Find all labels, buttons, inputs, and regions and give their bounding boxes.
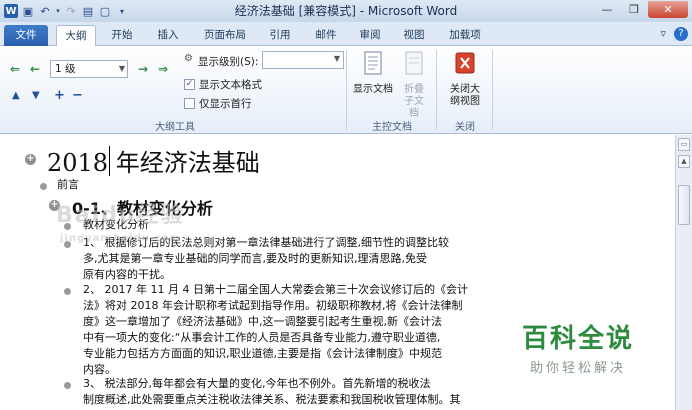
show-level-icon: ⚙	[184, 53, 193, 64]
group-label-close: 关闭	[455, 122, 475, 133]
window-controls: — ❐ ✕	[594, 1, 688, 18]
chevron-down-icon: ▼	[333, 54, 340, 63]
group-separator	[436, 50, 437, 130]
quick-access-toolbar: W ▣ ↶ ▾ ↷ ▤ ▢ ▾	[0, 4, 129, 18]
word-app-icon[interactable]: W	[4, 4, 18, 18]
minimize-ribbon-icon[interactable]: ▿	[660, 27, 666, 41]
outline-bullet-icon[interactable]	[40, 183, 47, 190]
promote-to-heading1-icon[interactable]: ⇐	[10, 62, 20, 76]
watermark-text: Baidu经验	[56, 203, 185, 228]
promote-icon[interactable]: ←	[30, 62, 40, 76]
heading-1: 2018 年经济法基础	[47, 149, 260, 177]
demote-to-body-icon[interactable]: ⇒	[158, 62, 168, 76]
paragraph-2-line-3: 度》这一章增加了《经济法基础》中,这一调整要引起考生重视,新《会计法	[83, 315, 442, 328]
ruler-toggle-icon[interactable]: ▭	[678, 138, 690, 151]
paragraph-1-line-3: 原有内容的干扰。	[83, 268, 171, 281]
paragraph-2-line-5: 专业能力包括方方面面的知识,职业道德,主要是指《会计法律制度》中规范	[83, 347, 442, 360]
tab-review[interactable]: 审阅	[350, 25, 390, 46]
ribbon-tabs: 文件 大纲 开始 插入 页面布局 引用 邮件 审阅 视图 加载项 ▿ ?	[0, 22, 692, 47]
collapse-icon[interactable]: −	[72, 88, 83, 103]
collapse-subdocuments-label: 折叠子文档	[404, 84, 424, 119]
tab-page-layout[interactable]: 页面布局	[194, 25, 256, 46]
new-document-icon[interactable]: ▢	[98, 4, 112, 18]
customize-qat-icon[interactable]: ▾	[115, 4, 129, 18]
show-document-button[interactable]: 显示文档	[350, 50, 396, 96]
paragraph-1-line-2: 多,尤其是第一章专业基础的同学而言,要及时的更新知识,理清思路,免受	[83, 252, 427, 265]
scroll-thumb[interactable]	[678, 185, 690, 225]
print-preview-icon[interactable]: ▤	[81, 4, 95, 18]
move-up-icon[interactable]: ▲	[12, 90, 20, 101]
expand-icon[interactable]: +	[54, 88, 65, 103]
tab-references[interactable]: 引用	[260, 25, 300, 46]
show-text-format-label: 显示文本格式	[199, 79, 262, 91]
collapse-subdocuments-icon	[405, 51, 423, 75]
show-level-select[interactable]: ▼	[262, 51, 344, 69]
tab-file[interactable]: 文件	[4, 25, 48, 46]
title-bar: W ▣ ↶ ▾ ↷ ▤ ▢ ▾ 经济法基础 [兼容模式] - Microsoft…	[0, 0, 692, 22]
checkbox-checked-icon: ✓	[184, 79, 195, 90]
outline-level-select[interactable]: 1 级 ▼	[50, 60, 128, 78]
tab-outline[interactable]: 大纲	[56, 25, 96, 47]
brand-logo-sub: 助你轻松解决	[529, 361, 626, 376]
show-document-label: 显示文档	[353, 84, 393, 95]
close-outline-view-label: 关闭大纲视图	[450, 84, 480, 107]
show-text-format-checkbox[interactable]: ✓ 显示文本格式	[184, 77, 262, 92]
show-level-label: 显示级别(S):	[198, 56, 259, 68]
ribbon: ⇐ ← 1 级 ▼ → ⇒ ▲ ▼ + − ⚙ 显示级别(S): ▼ ✓ 显示文…	[0, 46, 692, 134]
text-cursor	[109, 146, 110, 176]
scroll-up-icon[interactable]: ▲	[678, 155, 690, 168]
brand-logo: 百科全说 助你轻松解决	[513, 318, 643, 376]
paragraph-3-line-1: 3、 税法部分,每年都会有大量的变化,今年也不例外。首先新增的税收法	[83, 377, 431, 390]
group-separator	[492, 50, 493, 130]
close-outline-view-button[interactable]: 关闭大纲视图	[440, 50, 490, 108]
paragraph-2-line-4: 中有一项大的变化:“从事会计工作的人员是否具备专业能力,遵守职业道德,	[83, 331, 441, 344]
collapse-subdocuments-button[interactable]: 折叠子文档	[394, 50, 434, 120]
redo-icon[interactable]: ↷	[64, 4, 78, 18]
undo-dropdown-icon[interactable]: ▾	[55, 4, 61, 18]
watermark-subtext: jingyan.baidu.com	[60, 233, 181, 244]
outline-item-preface: 前言	[57, 178, 79, 191]
tab-home[interactable]: 开始	[102, 25, 142, 46]
paragraph-2-line-2: 法》将对 2018 年会计职称考试起到指导作用。初级职称教材,将《会计法律制	[83, 299, 463, 312]
show-document-icon	[364, 51, 382, 75]
chevron-down-icon: ▼	[118, 64, 125, 73]
save-icon[interactable]: ▣	[21, 4, 35, 18]
show-first-line-label: 仅显示首行	[199, 98, 252, 110]
demote-icon[interactable]: →	[138, 62, 148, 76]
vertical-scrollbar[interactable]: ▭ ▲	[675, 135, 692, 410]
close-button[interactable]: ✕	[648, 1, 688, 18]
outline-bullet-icon[interactable]	[64, 288, 71, 295]
tab-addins[interactable]: 加载项	[440, 25, 490, 46]
paragraph-2-line-1: 2、 2017 年 11 月 4 日第十二届全国人大常委会第三十次会议修订后的《…	[83, 283, 468, 296]
minimize-button[interactable]: —	[594, 1, 620, 18]
ribbon-right-controls: ▿ ?	[660, 27, 688, 41]
outline-expand-icon[interactable]: +	[25, 154, 36, 165]
tab-mailings[interactable]: 邮件	[306, 25, 346, 46]
group-separator	[346, 50, 347, 130]
outline-bullet-icon[interactable]	[64, 382, 71, 389]
paragraph-3-line-2: 制度概述,此处需要重点关注税收法律关系、税法要素和我国税收管理体制。其	[83, 393, 461, 406]
brand-logo-main: 百科全说	[521, 324, 634, 354]
close-outline-view-icon	[455, 52, 475, 74]
checkbox-unchecked-icon	[184, 98, 195, 109]
tab-view[interactable]: 视图	[394, 25, 434, 46]
show-first-line-checkbox[interactable]: 仅显示首行	[184, 96, 252, 111]
undo-icon[interactable]: ↶	[38, 4, 52, 18]
tab-insert[interactable]: 插入	[148, 25, 188, 46]
group-label-outline-tools: 大纲工具	[155, 122, 195, 133]
restore-button[interactable]: ❐	[621, 1, 647, 18]
move-down-icon[interactable]: ▼	[32, 90, 40, 101]
help-icon[interactable]: ?	[674, 27, 688, 41]
group-label-master-document: 主控文档	[372, 122, 412, 133]
outline-level-value: 1 级	[55, 63, 76, 75]
